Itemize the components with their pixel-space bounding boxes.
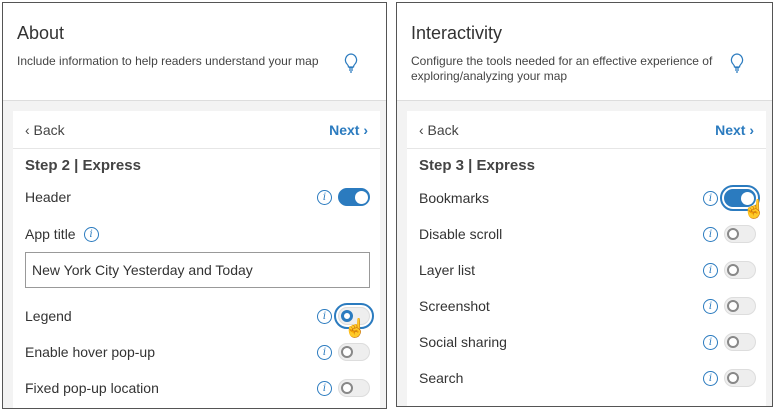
fixed-popup-toggle[interactable] bbox=[338, 379, 370, 397]
lightbulb-icon[interactable] bbox=[344, 53, 358, 73]
row-label: Layer list bbox=[419, 262, 476, 278]
hand-cursor-icon: ☝ bbox=[743, 199, 766, 219]
info-icon[interactable]: i bbox=[317, 189, 332, 205]
next-button[interactable]: Next › bbox=[715, 122, 754, 138]
back-button[interactable]: ‹ Back bbox=[25, 122, 65, 138]
row-label: Enable hover pop-up bbox=[25, 344, 155, 360]
step-title: Step 2 | Express bbox=[25, 157, 141, 174]
back-button[interactable]: ‹ Back bbox=[419, 122, 459, 138]
info-icon[interactable]: i bbox=[703, 370, 718, 386]
hand-cursor-icon: ☝ bbox=[344, 318, 367, 338]
step-title: Step 3 | Express bbox=[419, 157, 535, 174]
info-icon[interactable]: i bbox=[317, 308, 332, 324]
row-label: Bookmarks bbox=[419, 190, 490, 206]
bookmarks-row: Bookmarks i bbox=[419, 185, 760, 211]
disable-scroll-toggle[interactable] bbox=[724, 225, 756, 243]
about-panel: About Include information to help reader… bbox=[2, 2, 387, 409]
app-title-row: App title i bbox=[25, 224, 370, 244]
next-button[interactable]: Next › bbox=[329, 122, 368, 138]
panel-title: Interactivity bbox=[411, 23, 503, 43]
app-title-input[interactable]: New York City Yesterday and Today bbox=[25, 252, 370, 288]
row-label: Search bbox=[419, 370, 464, 386]
header-row: Header i bbox=[25, 187, 370, 207]
step-card: ‹ Back Next › Step 3 | Express Bookmarks i… bbox=[407, 111, 766, 406]
info-icon[interactable]: i bbox=[83, 226, 99, 242]
about-header: About Include information to help reader… bbox=[3, 3, 386, 101]
step-card: ‹ Back Next › Step 2 | Express Header i Ap… bbox=[13, 111, 380, 408]
info-icon[interactable]: i bbox=[703, 190, 718, 206]
lightbulb-icon[interactable] bbox=[730, 53, 744, 73]
fixed-popup-row: Fixed pop-up location i bbox=[25, 378, 370, 398]
layer-list-row: Layer list i bbox=[419, 260, 756, 280]
interactivity-panel: Interactivity Configure the tools needed… bbox=[396, 2, 773, 407]
screenshot-row: Screenshot i bbox=[419, 296, 756, 316]
legend-row: Legend i bbox=[25, 303, 374, 329]
row-label: Disable scroll bbox=[419, 226, 503, 242]
app-title-label: App title bbox=[25, 226, 76, 242]
panel-description: Configure the tools needed for an effect… bbox=[411, 54, 713, 83]
interactivity-header: Interactivity Configure the tools needed… bbox=[397, 3, 772, 101]
info-icon[interactable]: i bbox=[703, 262, 718, 278]
row-label: Header bbox=[25, 189, 71, 205]
panel-title: About bbox=[17, 23, 65, 43]
disable-scroll-row: Disable scroll i bbox=[419, 224, 756, 244]
info-icon[interactable]: i bbox=[703, 334, 718, 350]
layer-list-toggle[interactable] bbox=[724, 261, 756, 279]
info-icon[interactable]: i bbox=[703, 298, 718, 314]
header-toggle[interactable] bbox=[338, 188, 370, 206]
search-toggle[interactable] bbox=[724, 369, 756, 387]
panel-description: Include information to help readers unde… bbox=[17, 54, 319, 68]
info-icon[interactable]: i bbox=[317, 344, 332, 360]
search-row: Search i bbox=[419, 368, 756, 388]
row-label: Screenshot bbox=[419, 298, 490, 314]
row-label: Fixed pop-up location bbox=[25, 380, 159, 396]
row-label: Legend bbox=[25, 308, 72, 324]
social-sharing-row: Social sharing i bbox=[419, 332, 756, 352]
info-icon[interactable]: i bbox=[703, 226, 718, 242]
info-icon[interactable]: i bbox=[317, 380, 332, 396]
hover-popup-row: Enable hover pop-up i bbox=[25, 342, 370, 362]
hover-popup-toggle[interactable] bbox=[338, 343, 370, 361]
screenshot-toggle[interactable] bbox=[724, 297, 756, 315]
social-sharing-toggle[interactable] bbox=[724, 333, 756, 351]
row-label: Social sharing bbox=[419, 334, 507, 350]
